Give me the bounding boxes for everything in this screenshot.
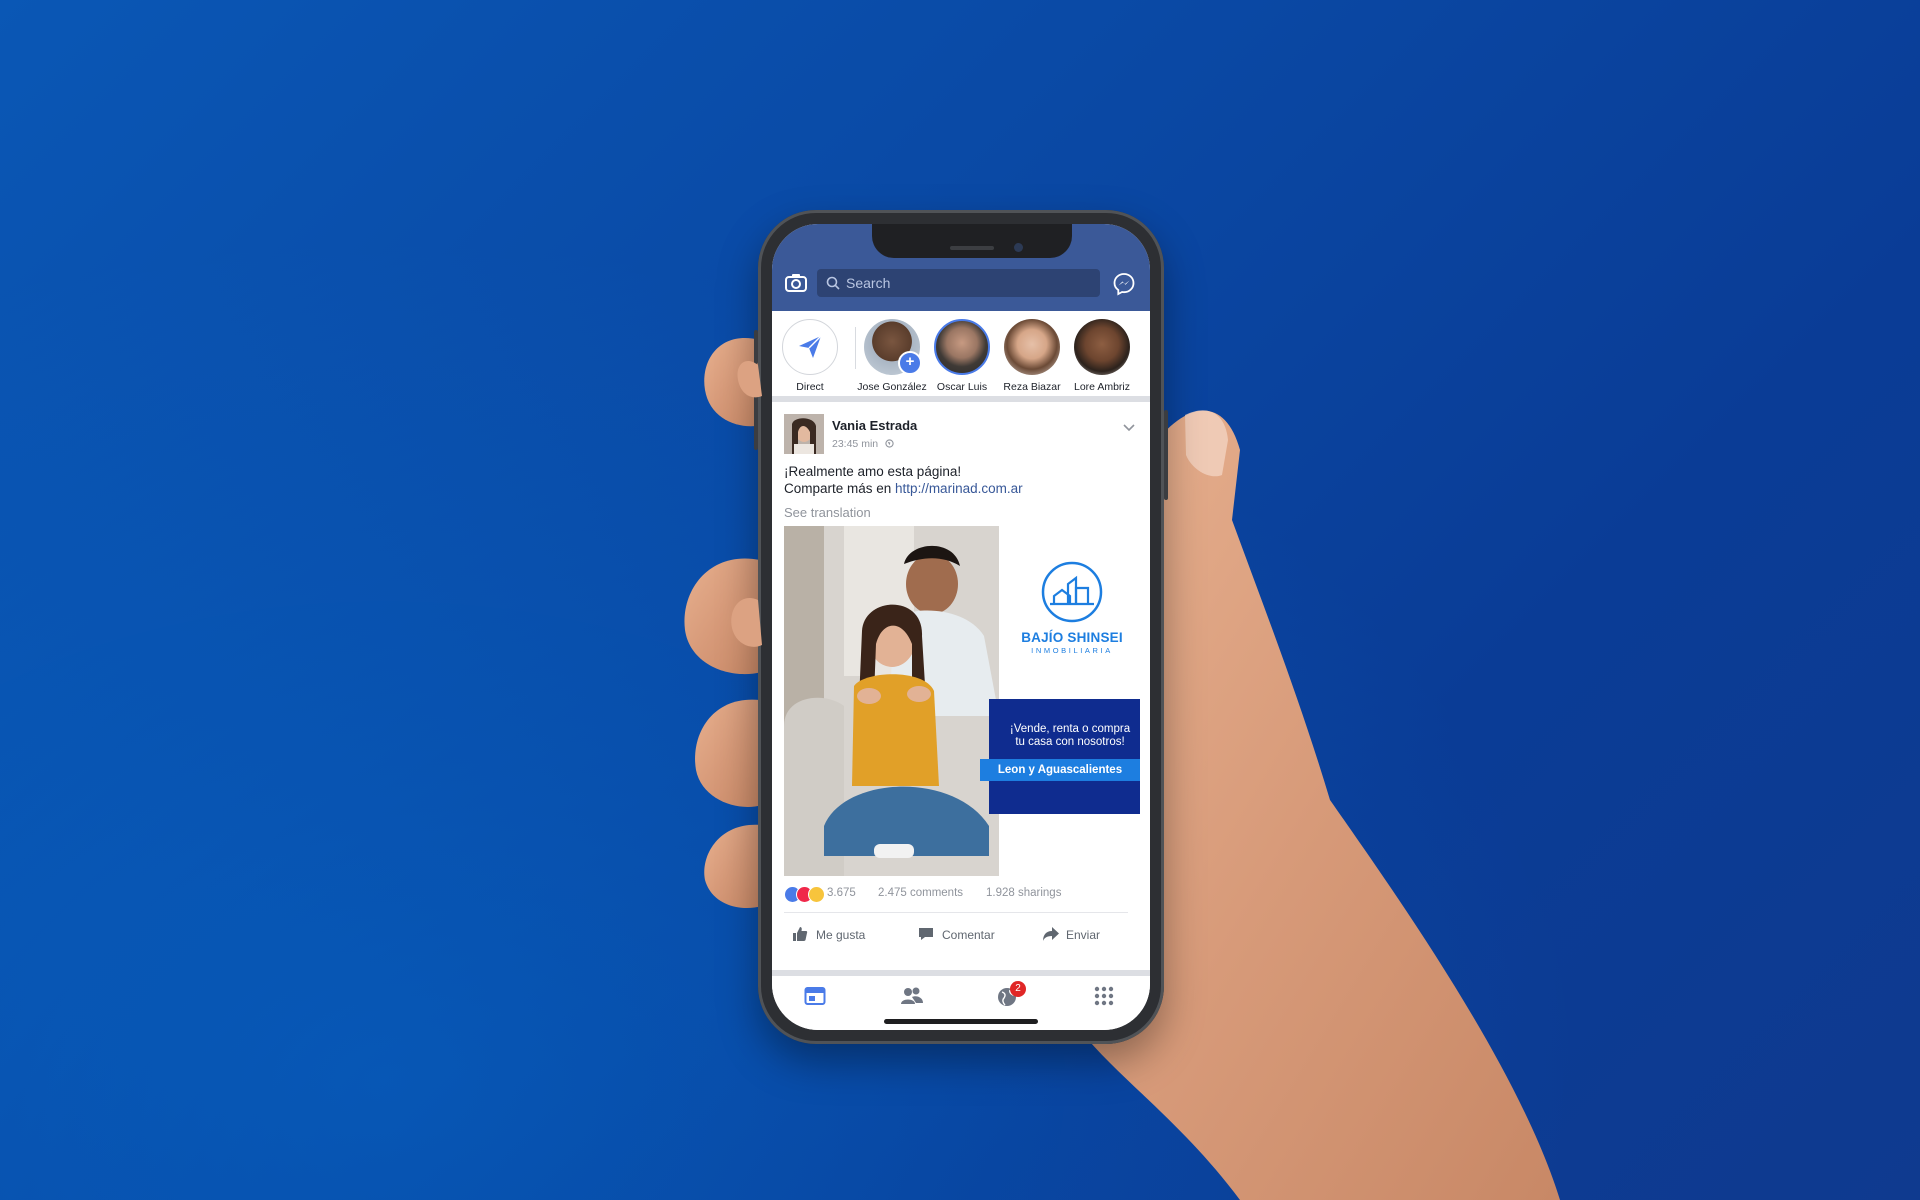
story-oscar[interactable]: Oscar Luis	[927, 319, 997, 393]
avatar	[934, 319, 990, 375]
reactions-divider	[784, 912, 1128, 913]
direct-avatar	[782, 319, 838, 375]
stories-divider	[855, 327, 856, 369]
newsfeed-icon[interactable]	[804, 986, 834, 1010]
share-icon	[1043, 927, 1059, 941]
like-icon	[793, 927, 808, 941]
story-direct[interactable]: Direct	[775, 319, 845, 393]
phone-screen: Search Direct + Jose González Oscar Luis…	[772, 224, 1150, 1030]
feed-post: Vania Estrada 23:45 min ¡Realmente amo e…	[772, 402, 1150, 964]
post-text-line2: Comparte más en http://marinad.com.ar	[784, 480, 1023, 497]
notification-badge: 2	[1010, 981, 1026, 997]
search-input[interactable]: Search	[817, 269, 1100, 297]
post-text: ¡Realmente amo esta página! Comparte más…	[784, 463, 1023, 497]
comment-count[interactable]: 2.475 comments	[878, 887, 963, 899]
mute-switch	[754, 330, 758, 364]
comment-label: Comentar	[942, 928, 995, 942]
post-time-text: 23:45 min	[832, 438, 879, 450]
brand-logo-icon	[1041, 561, 1103, 623]
share-count[interactable]: 1.928 sharings	[986, 887, 1061, 899]
reactions-bar: 3.675 2.475 comments 1.928 sharings	[784, 884, 1140, 913]
volume-up-button	[754, 390, 758, 450]
like-label: Me gusta	[816, 928, 866, 942]
avatar	[1074, 319, 1130, 375]
post-text-prefix: Comparte más en	[784, 481, 896, 496]
direct-send-icon	[799, 335, 822, 358]
brand-subtitle: INMOBILIARIA	[1031, 646, 1113, 655]
send-label: Enviar	[1066, 928, 1101, 942]
reaction-count[interactable]: 3.675	[827, 887, 856, 899]
chevron-down-icon[interactable]	[1122, 420, 1136, 438]
story-name: Reza Biazar	[1003, 381, 1061, 393]
search-placeholder: Search	[846, 275, 891, 291]
phone-frame: Search Direct + Jose González Oscar Luis…	[754, 210, 1168, 1044]
story-name: Jose González	[857, 381, 927, 393]
story-name: Oscar Luis	[936, 381, 988, 393]
post-actions: Me gusta Comentar Enviar	[772, 920, 1150, 954]
comment-icon	[919, 928, 933, 940]
wow-reaction-icon	[808, 886, 825, 903]
front-camera	[1014, 243, 1023, 252]
bottom-nav: 2	[772, 970, 1150, 1030]
search-icon	[826, 276, 840, 290]
stories-row: Direct + Jose González Oscar Luis Reza B…	[772, 311, 1150, 402]
home-indicator[interactable]	[884, 1019, 1038, 1024]
speaker-grille	[950, 246, 994, 250]
ad-cta-band	[989, 699, 1140, 814]
avatar: +	[864, 319, 922, 375]
camera-icon[interactable]	[784, 272, 810, 298]
notifications-globe-icon[interactable]: 2	[996, 981, 1026, 1010]
ad-location-banner: Leon y Aguascalientes	[980, 759, 1140, 781]
post-author[interactable]: Vania Estrada	[832, 418, 917, 433]
brand-name: BAJÍO SHINSEI	[1021, 630, 1123, 645]
post-text-line1: ¡Realmente amo esta página!	[784, 464, 962, 479]
post-link[interactable]: http://marinad.com.ar	[895, 481, 1023, 496]
notch	[872, 224, 1072, 258]
story-jose[interactable]: + Jose González	[857, 319, 927, 393]
menu-grid-icon[interactable]	[1094, 986, 1124, 1010]
add-story-icon[interactable]: +	[898, 351, 922, 375]
ad-photo	[784, 526, 999, 876]
ad-cta-text: ¡Vende, renta o compra tu casa con nosot…	[1006, 723, 1134, 749]
messenger-icon[interactable]	[1112, 272, 1138, 298]
post-time: 23:45 min	[832, 438, 894, 450]
power-button	[1164, 410, 1168, 500]
author-avatar[interactable]	[784, 414, 824, 454]
globe-icon	[885, 439, 894, 448]
story-reza[interactable]: Reza Biazar	[997, 319, 1067, 393]
story-lore[interactable]: Lore Ambriz	[1067, 319, 1137, 393]
ad-cta-line1: ¡Vende, renta o compra	[1009, 723, 1131, 735]
story-name: Direct	[796, 381, 824, 393]
avatar	[1004, 319, 1060, 375]
ad-cta-line2: tu casa con nosotros!	[1015, 736, 1125, 748]
friends-icon[interactable]	[900, 986, 930, 1010]
post-ad-image[interactable]: BAJÍO SHINSEI INMOBILIARIA ¡Vende, renta…	[784, 526, 1140, 876]
story-name: Lore Ambriz	[1073, 381, 1131, 393]
see-translation-link[interactable]: See translation	[784, 505, 871, 520]
